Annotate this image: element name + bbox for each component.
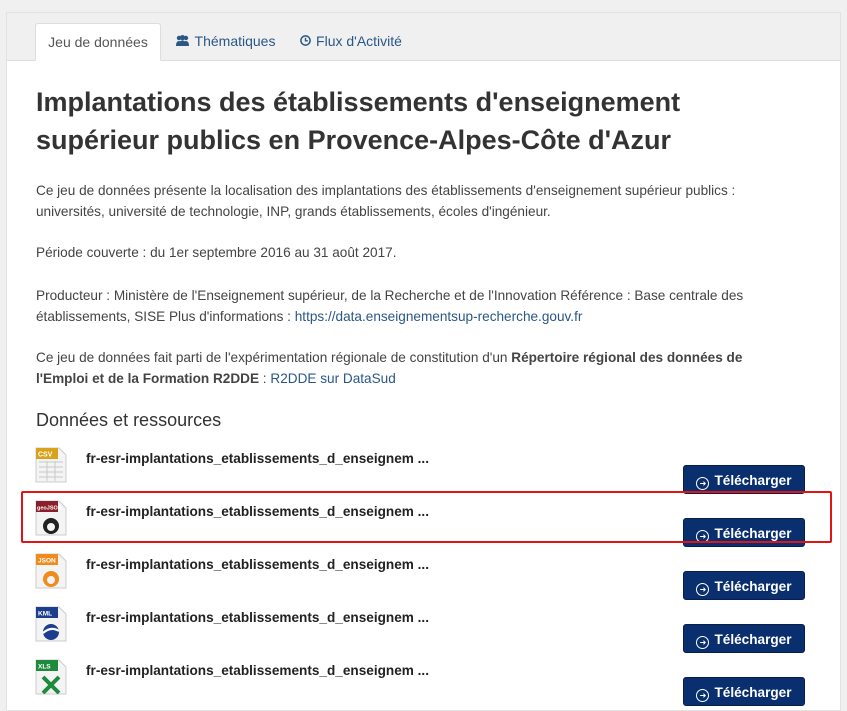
download-icon: ➜	[696, 530, 710, 543]
description-paragraph-2: Période couverte : du 1er septembre 2016…	[36, 245, 397, 260]
description-paragraph-1: Ce jeu de données présente la localisati…	[36, 183, 736, 219]
resources-section-title: Données et ressources	[36, 410, 222, 430]
download-button[interactable]: ➜ Télécharger	[683, 624, 805, 653]
resource-name[interactable]: fr-esr-implantations_etablissements_d_en…	[86, 610, 429, 625]
json-file-icon: JSON	[35, 553, 67, 589]
download-icon: ➜	[696, 583, 710, 596]
resource-name[interactable]: fr-esr-implantations_etablissements_d_en…	[86, 663, 429, 678]
users-icon	[175, 23, 190, 60]
csv-file-icon: CSV	[35, 447, 67, 483]
r2dde-separator: :	[259, 371, 271, 386]
tab-thematiques-label: Thématiques	[194, 33, 276, 49]
tab-bar: Jeu de données Thématiques Flux d'Activi…	[7, 13, 840, 61]
tab-dataset[interactable]: Jeu de données	[35, 23, 161, 61]
download-icon: ➜	[696, 477, 710, 490]
resource-item: KML fr-esr-implantations_etablissements_…	[27, 604, 827, 653]
geojson-file-icon: geoJSON	[35, 500, 67, 536]
description-paragraph-4: Ce jeu de données fait parti de l'expéri…	[36, 347, 796, 389]
geojson-badge-text: geoJSON	[37, 506, 62, 512]
download-icon: ➜	[696, 689, 710, 702]
r2dde-link[interactable]: R2DDE sur DataSud	[270, 371, 395, 386]
r2dde-text: Ce jeu de données fait parti de l'expéri…	[36, 350, 512, 365]
download-button-label: Télécharger	[714, 473, 792, 488]
kml-badge-text: KML	[38, 611, 52, 618]
download-button-label: Télécharger	[714, 685, 792, 700]
download-button[interactable]: ➜ Télécharger	[683, 518, 805, 547]
resource-item: CSV fr-esr-implantations_etablissements_…	[27, 445, 827, 494]
resource-item: geoJSON fr-esr-implantations_etablisseme…	[27, 498, 827, 547]
tab-thematiques[interactable]: Thématiques	[167, 23, 283, 60]
kml-file-icon: KML	[35, 606, 67, 642]
description-paragraph-3: Producteur : Ministère de l'Enseignement…	[36, 285, 796, 327]
download-icon: ➜	[696, 636, 710, 649]
download-button[interactable]: ➜ Télécharger	[683, 677, 805, 706]
resource-name[interactable]: fr-esr-implantations_etablissements_d_en…	[86, 451, 429, 466]
download-button[interactable]: ➜ Télécharger	[683, 465, 805, 494]
xls-file-icon: XLS	[35, 659, 67, 695]
dataset-panel: Jeu de données Thématiques Flux d'Activi…	[6, 12, 841, 711]
page-title: Implantations des établissements d'ensei…	[36, 87, 681, 155]
tab-flux-activite-label: Flux d'Activité	[316, 33, 402, 49]
resource-item: JSON fr-esr-implantations_etablissements…	[27, 551, 827, 600]
tab-flux-activite[interactable]: Flux d'Activité	[293, 23, 409, 60]
producer-link[interactable]: https://data.enseignementsup-recherche.g…	[295, 309, 583, 324]
download-button-label: Télécharger	[714, 579, 792, 594]
download-button-label: Télécharger	[714, 526, 792, 541]
tab-dataset-label: Jeu de données	[48, 34, 148, 50]
json-badge-text: JSON	[38, 558, 56, 565]
resource-name[interactable]: fr-esr-implantations_etablissements_d_en…	[86, 504, 429, 519]
csv-badge-text: CSV	[38, 452, 53, 459]
resource-item: XLS fr-esr-implantations_etablissements_…	[27, 657, 827, 706]
download-button[interactable]: ➜ Télécharger	[683, 571, 805, 600]
xls-badge-text: XLS	[38, 664, 51, 671]
clock-icon	[300, 23, 311, 60]
resource-name[interactable]: fr-esr-implantations_etablissements_d_en…	[86, 557, 429, 572]
download-button-label: Télécharger	[714, 632, 792, 647]
